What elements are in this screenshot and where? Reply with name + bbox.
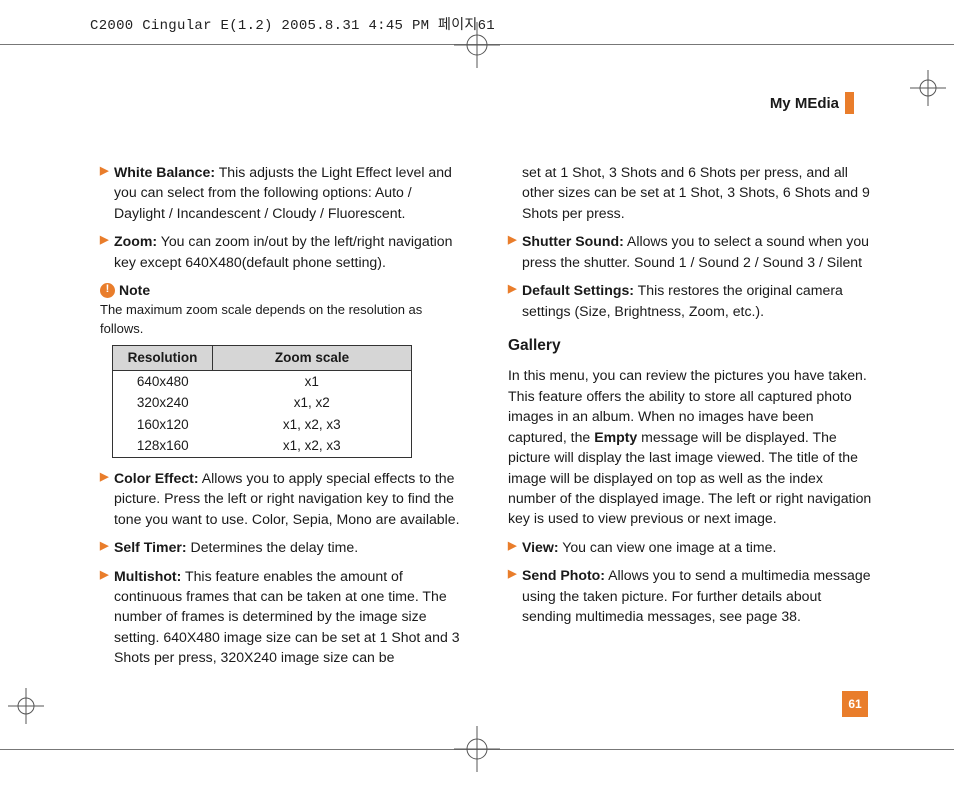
bullet-arrow-icon: ▶ [508, 231, 522, 272]
bullet-arrow-icon: ▶ [508, 280, 522, 321]
table-header-resolution: Resolution [113, 346, 213, 371]
registration-mark-top-icon [454, 22, 500, 68]
item-label: Shutter Sound: [522, 233, 624, 249]
item-default-settings: ▶ Default Settings: This restores the or… [508, 280, 874, 321]
note-text: The maximum zoom scale depends on the re… [100, 301, 466, 339]
item-body: You can view one image at a time. [559, 539, 777, 555]
gallery-paragraph: In this menu, you can review the picture… [508, 365, 874, 528]
item-zoom: ▶ Zoom: You can zoom in/out by the left/… [100, 231, 466, 272]
cell: 128x160 [113, 435, 213, 457]
item-text: White Balance: This adjusts the Light Ef… [114, 162, 466, 223]
table-row: 320x240x1, x2 [113, 392, 412, 414]
item-label: Default Settings: [522, 282, 634, 298]
print-header: C2000 Cingular E(1.2) 2005.8.31 4:45 PM … [90, 14, 495, 34]
bullet-arrow-icon: ▶ [100, 537, 114, 557]
cell: x1, x2 [213, 392, 412, 414]
column-left: ▶ White Balance: This adjusts the Light … [100, 162, 466, 676]
item-text: Color Effect: Allows you to apply specia… [114, 468, 466, 529]
registration-mark-right-icon [910, 70, 946, 106]
multishot-continuation: set at 1 Shot, 3 Shots and 6 Shots per p… [508, 162, 874, 223]
cell: x1, x2, x3 [213, 435, 412, 457]
note-head: ! Note [100, 280, 466, 300]
table-row: 640x480x1 [113, 370, 412, 392]
registration-mark-left-icon [8, 688, 44, 724]
item-text: Shutter Sound: Allows you to select a so… [522, 231, 874, 272]
section-title-accent-icon [845, 92, 854, 114]
note-label: Note [119, 280, 150, 300]
bullet-arrow-icon: ▶ [508, 565, 522, 626]
section-title: My MEdia [770, 95, 839, 112]
item-label: White Balance: [114, 164, 215, 180]
cell: 160x120 [113, 414, 213, 436]
item-view: ▶ View: You can view one image at a time… [508, 537, 874, 557]
cell: x1 [213, 370, 412, 392]
cell: 320x240 [113, 392, 213, 414]
table-row: 160x120x1, x2, x3 [113, 414, 412, 436]
item-send-photo: ▶ Send Photo: Allows you to send a multi… [508, 565, 874, 626]
page-number-badge: 61 [842, 691, 868, 717]
registration-mark-bottom-icon [454, 726, 500, 772]
bullet-arrow-icon: ▶ [100, 468, 114, 529]
table-row: 128x160x1, x2, x3 [113, 435, 412, 457]
cell: 640x480 [113, 370, 213, 392]
item-shutter-sound: ▶ Shutter Sound: Allows you to select a … [508, 231, 874, 272]
item-color-effect: ▶ Color Effect: Allows you to apply spec… [100, 468, 466, 529]
note-icon: ! [100, 283, 115, 298]
item-multishot: ▶ Multishot: This feature enables the am… [100, 566, 466, 668]
item-text: View: You can view one image at a time. [522, 537, 874, 557]
zoom-scale-table: Resolution Zoom scale 640x480x1 320x240x… [112, 345, 412, 458]
table-header-zoomscale: Zoom scale [213, 346, 412, 371]
item-body: You can zoom in/out by the left/right na… [114, 233, 452, 269]
item-text: Default Settings: This restores the orig… [522, 280, 874, 321]
gallery-heading: Gallery [508, 335, 874, 357]
item-label: Zoom: [114, 233, 157, 249]
item-label: Self Timer: [114, 539, 187, 555]
bullet-arrow-icon: ▶ [100, 231, 114, 272]
item-label: Color Effect: [114, 470, 199, 486]
item-body: Determines the delay time. [187, 539, 359, 555]
bullet-arrow-icon: ▶ [100, 566, 114, 668]
item-text: Send Photo: Allows you to send a multime… [522, 565, 874, 626]
item-text: Zoom: You can zoom in/out by the left/ri… [114, 231, 466, 272]
item-white-balance: ▶ White Balance: This adjusts the Light … [100, 162, 466, 223]
bullet-arrow-icon: ▶ [508, 537, 522, 557]
item-text: Multishot: This feature enables the amou… [114, 566, 466, 668]
empty-keyword: Empty [594, 429, 637, 445]
bullet-arrow-icon: ▶ [100, 162, 114, 223]
item-label: Multishot: [114, 568, 181, 584]
cell: x1, x2, x3 [213, 414, 412, 436]
column-right: set at 1 Shot, 3 Shots and 6 Shots per p… [508, 162, 874, 676]
item-text: Self Timer: Determines the delay time. [114, 537, 466, 557]
section-header: My MEdia [770, 92, 854, 114]
item-self-timer: ▶ Self Timer: Determines the delay time. [100, 537, 466, 557]
item-label: Send Photo: [522, 567, 605, 583]
content-columns: ▶ White Balance: This adjusts the Light … [100, 162, 874, 676]
item-label: View: [522, 539, 559, 555]
